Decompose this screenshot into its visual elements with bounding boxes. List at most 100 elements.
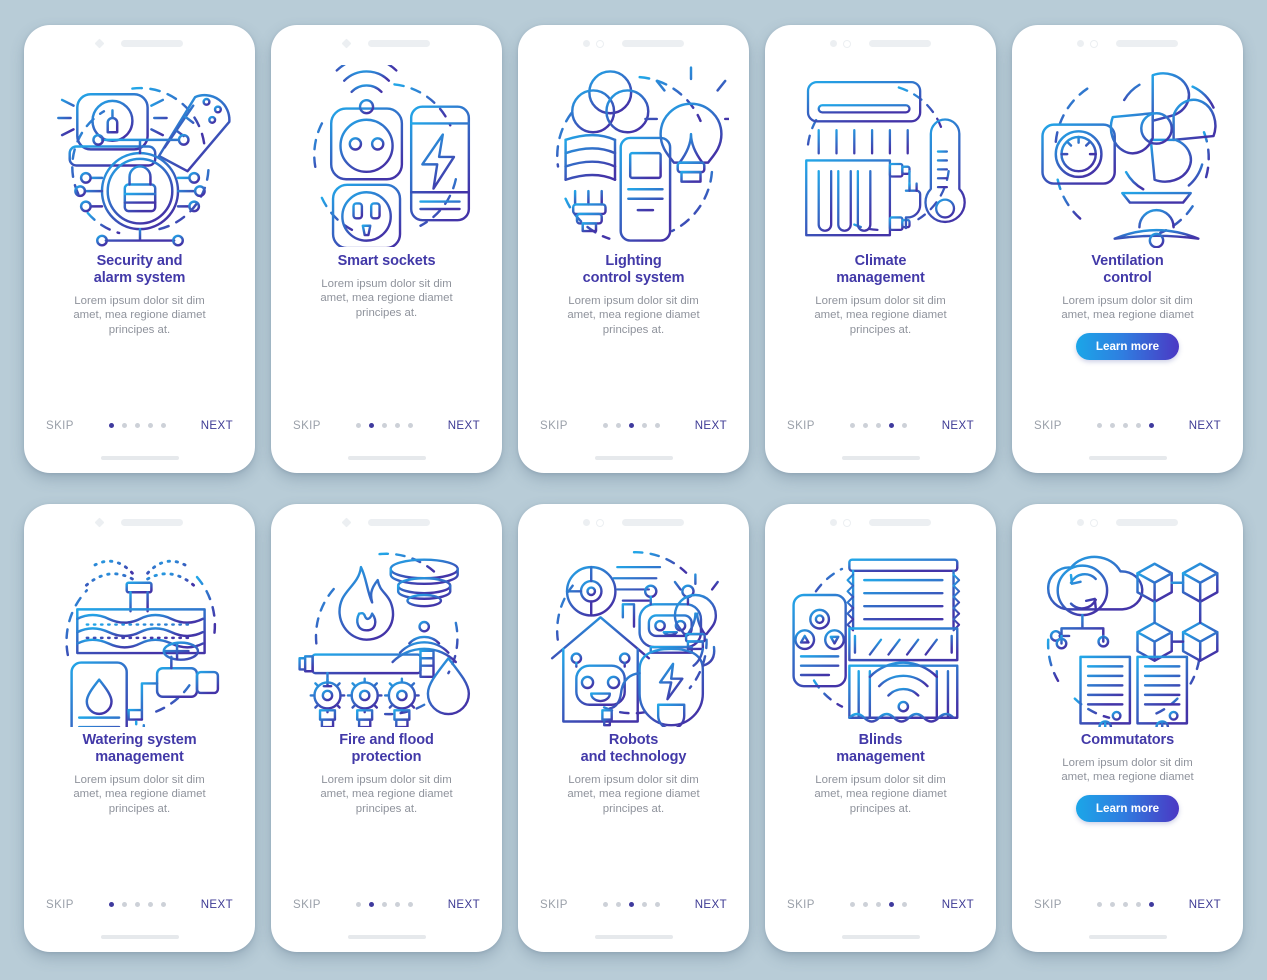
illustration (24, 57, 255, 253)
next-button[interactable]: NEXT (1189, 899, 1221, 911)
pagination-dot[interactable] (862, 423, 868, 428)
pagination-dot-active[interactable] (108, 902, 114, 907)
next-button[interactable]: NEXT (695, 899, 727, 911)
pagination-dot-active[interactable] (628, 902, 634, 907)
pagination-dot[interactable] (1135, 423, 1141, 428)
pagination-dot[interactable] (602, 902, 608, 907)
pagination-dot[interactable] (134, 902, 140, 907)
pagination-dot[interactable] (641, 423, 647, 428)
pagination-dot[interactable] (849, 423, 855, 428)
next-button[interactable]: NEXT (1189, 420, 1221, 432)
pagination-dot-active[interactable] (1148, 902, 1154, 907)
pagination-dot-active[interactable] (368, 423, 374, 428)
pagination-dot[interactable] (147, 423, 153, 428)
pagination-dot[interactable] (654, 423, 660, 428)
next-button[interactable]: NEXT (695, 420, 727, 432)
card-title: Ventilation control (1091, 252, 1164, 286)
pagination-dot[interactable] (1135, 902, 1141, 907)
text-block: Robots and technology Lorem ipsum dolor si… (518, 732, 749, 817)
pagination-dot[interactable] (407, 902, 413, 907)
pagination-dot[interactable] (1122, 902, 1128, 907)
pagination-dot[interactable] (875, 423, 881, 428)
pagination-dot[interactable] (901, 902, 907, 907)
pagination-dot[interactable] (602, 423, 608, 428)
next-button[interactable]: NEXT (448, 899, 480, 911)
skip-button[interactable]: SKIP (787, 420, 815, 432)
pagination-dots (355, 902, 413, 907)
pagination-dot[interactable] (862, 902, 868, 907)
skip-button[interactable]: SKIP (293, 899, 321, 911)
pagination-dot[interactable] (394, 902, 400, 907)
home-indicator-bar (841, 934, 920, 939)
pagination-dot[interactable] (355, 423, 361, 428)
pagination-dot[interactable] (1109, 902, 1115, 907)
dot-camera-icon (830, 40, 837, 47)
ring-camera-icon (843, 39, 851, 48)
pagination-dot-active[interactable] (368, 902, 374, 907)
status-bar (1012, 25, 1243, 57)
card-description: Lorem ipsum dolor sit dim amet, mea regio… (1061, 294, 1194, 322)
pagination-dot[interactable] (654, 902, 660, 907)
card-description: Lorem ipsum dolor sit dim amet, mea regio… (567, 294, 700, 336)
learn-more-wrapper: Learn more (1012, 332, 1243, 360)
pagination-dot[interactable] (615, 423, 621, 428)
home-indicator[interactable] (1012, 922, 1243, 952)
next-button[interactable]: NEXT (201, 899, 233, 911)
pagination-dot[interactable] (615, 902, 621, 907)
home-indicator[interactable] (271, 443, 502, 473)
skip-button[interactable]: SKIP (1034, 899, 1062, 911)
pagination-dot[interactable] (121, 902, 127, 907)
pagination-dot[interactable] (849, 902, 855, 907)
pagination-dot[interactable] (1096, 423, 1102, 428)
speaker-bar-icon (622, 40, 684, 47)
pagination-dot-active[interactable] (628, 423, 634, 428)
skip-button[interactable]: SKIP (46, 899, 74, 911)
home-indicator[interactable] (518, 443, 749, 473)
home-indicator[interactable] (518, 922, 749, 952)
pagination-dot[interactable] (1096, 902, 1102, 907)
pagination-dot[interactable] (407, 423, 413, 428)
pagination-dot[interactable] (901, 423, 907, 428)
pagination-dot[interactable] (381, 902, 387, 907)
pagination-dot-active[interactable] (888, 423, 894, 428)
skip-button[interactable]: SKIP (540, 420, 568, 432)
skip-button[interactable]: SKIP (293, 420, 321, 432)
learn-more-button[interactable]: Learn more (1075, 794, 1180, 822)
pagination-dot[interactable] (160, 902, 166, 907)
home-indicator[interactable] (765, 443, 996, 473)
next-button[interactable]: NEXT (942, 899, 974, 911)
pagination-dot[interactable] (381, 423, 387, 428)
pagination-dot-active[interactable] (1148, 423, 1154, 428)
navigation-row: SKIP NEXT (271, 888, 502, 922)
pagination-dot-active[interactable] (108, 423, 114, 428)
pagination-dot[interactable] (147, 902, 153, 907)
pagination-dot[interactable] (1109, 423, 1115, 428)
next-button[interactable]: NEXT (942, 420, 974, 432)
home-indicator[interactable] (1012, 443, 1243, 473)
home-indicator[interactable] (271, 922, 502, 952)
pagination-dot[interactable] (134, 423, 140, 428)
next-button[interactable]: NEXT (448, 420, 480, 432)
pagination-dot[interactable] (355, 902, 361, 907)
learn-more-wrapper: Learn more (1012, 794, 1243, 822)
next-button[interactable]: NEXT (201, 420, 233, 432)
pagination-dot[interactable] (160, 423, 166, 428)
pagination-dot[interactable] (394, 423, 400, 428)
security-alarm-icon (56, 86, 231, 247)
pagination-dot[interactable] (875, 902, 881, 907)
home-indicator[interactable] (24, 922, 255, 952)
skip-button[interactable]: SKIP (787, 899, 815, 911)
pagination-dot[interactable] (121, 423, 127, 428)
home-indicator[interactable] (765, 922, 996, 952)
text-block: Ventilation control Lorem ipsum dolor sit … (1012, 253, 1243, 323)
pagination-dot[interactable] (1122, 423, 1128, 428)
skip-button[interactable]: SKIP (46, 420, 74, 432)
skip-button[interactable]: SKIP (540, 899, 568, 911)
learn-more-button[interactable]: Learn more (1075, 332, 1180, 360)
home-indicator[interactable] (24, 443, 255, 473)
skip-button[interactable]: SKIP (1034, 420, 1062, 432)
pagination-dot-active[interactable] (888, 902, 894, 907)
card-title: Climate management (836, 252, 925, 286)
home-indicator-bar (594, 455, 673, 460)
pagination-dot[interactable] (641, 902, 647, 907)
